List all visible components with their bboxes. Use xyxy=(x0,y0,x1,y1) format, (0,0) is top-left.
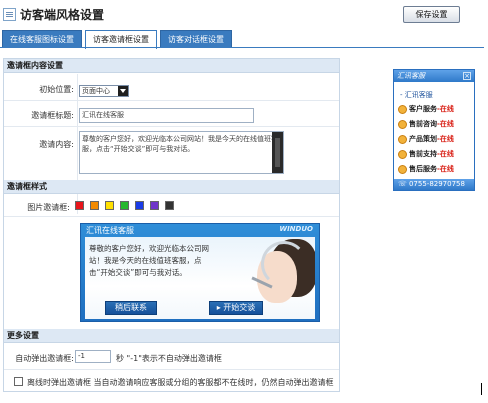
agent-avatar-icon xyxy=(398,135,407,144)
auto-popup-label: 自动弹出邀请框: xyxy=(15,354,74,363)
agent-avatar-icon xyxy=(398,105,407,114)
section-invite-content: 邀请框内容设置 xyxy=(4,59,339,73)
invite-preview: 汇讯在线客服 WINDUO 尊敬的客户您好，欢迎光临本公司网站！我是今天的在线值… xyxy=(80,223,320,322)
tab-divider xyxy=(0,47,484,48)
agent-avatar-icon xyxy=(398,150,407,159)
offline-popup-label: 离线时弹出邀请框 当自动邀请响应客服或分组的客服都不在线时，仍然自动弹出邀请框 xyxy=(27,378,334,387)
agent-avatar-icon xyxy=(398,120,407,129)
tab-bar: 在线客服图标设置 访客邀请框设置 访客对话框设置 xyxy=(2,30,235,49)
color-swatch-red[interactable] xyxy=(75,201,84,210)
widget-group[interactable]: - 汇讯客服 xyxy=(400,90,433,100)
invite-preview-message: 尊敬的客户您好，欢迎光临本公司网站！我是今天的在线值班客服，点击“开始交谈”即可… xyxy=(89,244,209,277)
widget-agent-item[interactable]: 售前咨询 -在线 xyxy=(398,119,454,130)
widget-agent-item[interactable]: 售前支持 -在线 xyxy=(398,149,454,160)
text-cursor-icon xyxy=(481,383,482,395)
section-more-settings: 更多设置 xyxy=(4,329,339,343)
invite-content-label: 邀请内容: xyxy=(39,140,74,149)
invite-title-label: 邀请框标题: xyxy=(31,111,74,120)
color-swatch-orange[interactable] xyxy=(90,201,99,210)
tab-dialog-box-settings[interactable]: 访客对话框设置 xyxy=(160,30,232,48)
position-select[interactable]: 页面中心 xyxy=(79,85,129,97)
tab-online-icon-settings[interactable]: 在线客服图标设置 xyxy=(2,30,82,48)
widget-agent-item[interactable]: 产品策划 -在线 xyxy=(398,134,454,145)
later-contact-button[interactable]: 稍后联系 xyxy=(105,301,157,315)
color-swatch-blue[interactable] xyxy=(135,201,144,210)
page-title: 访客端风格设置 xyxy=(20,8,105,22)
row-divider xyxy=(4,216,339,217)
row-divider xyxy=(4,100,339,101)
invite-content-textarea[interactable]: 尊敬的客户您好，欢迎光临本公司网站！我是今天的在线值班客服，点击“开始交谈”即可… xyxy=(79,131,284,174)
image-invite-label: 图片邀请框: xyxy=(27,203,70,212)
auto-popup-hint: 秒 "-1"表示不自动弹出邀请框 xyxy=(116,354,222,363)
save-settings-button[interactable]: 保存设置 xyxy=(403,6,460,23)
row-divider xyxy=(4,369,339,370)
color-swatch-black[interactable] xyxy=(165,201,174,210)
offline-popup-checkbox[interactable] xyxy=(14,377,23,386)
color-swatch-purple[interactable] xyxy=(150,201,159,210)
color-swatch-green[interactable] xyxy=(120,201,129,210)
invite-title-input[interactable]: 汇讯在线客服 xyxy=(79,108,254,123)
widget-title: 汇讯客服 xyxy=(394,70,474,82)
start-chat-button[interactable]: ▸ 开始交谈 xyxy=(209,301,263,315)
widget-agent-item[interactable]: 客户服务 -在线 xyxy=(398,104,454,115)
chevron-down-icon[interactable] xyxy=(118,86,128,96)
agent-avatar-icon xyxy=(398,165,407,174)
widget-agent-item[interactable]: 售后服务 -在线 xyxy=(398,164,454,175)
invite-preview-brand: WINDUO xyxy=(279,225,313,233)
settings-form: 邀请框内容设置 初始位置: 页面中心 邀请框标题: 汇讯在线客服 邀请内容: 尊… xyxy=(3,58,340,392)
widget-phone: ☏ 0755-82970758 xyxy=(394,179,474,190)
position-label: 初始位置: xyxy=(39,85,74,94)
close-icon[interactable]: × xyxy=(463,72,471,80)
auto-popup-seconds-input[interactable]: -1 xyxy=(75,350,111,363)
row-divider xyxy=(4,126,339,127)
service-widget-preview: 汇讯客服 × - 汇讯客服 客户服务 -在线 售前咨询 -在线 产品策划 -在线 售前… xyxy=(393,69,475,191)
color-swatches xyxy=(75,201,180,210)
position-select-value: 页面中心 xyxy=(82,87,110,95)
section-invite-style: 邀请框样式 xyxy=(4,180,339,194)
page-settings-icon xyxy=(3,8,16,21)
color-swatch-yellow[interactable] xyxy=(105,201,114,210)
textarea-scrollbar[interactable] xyxy=(272,132,283,173)
